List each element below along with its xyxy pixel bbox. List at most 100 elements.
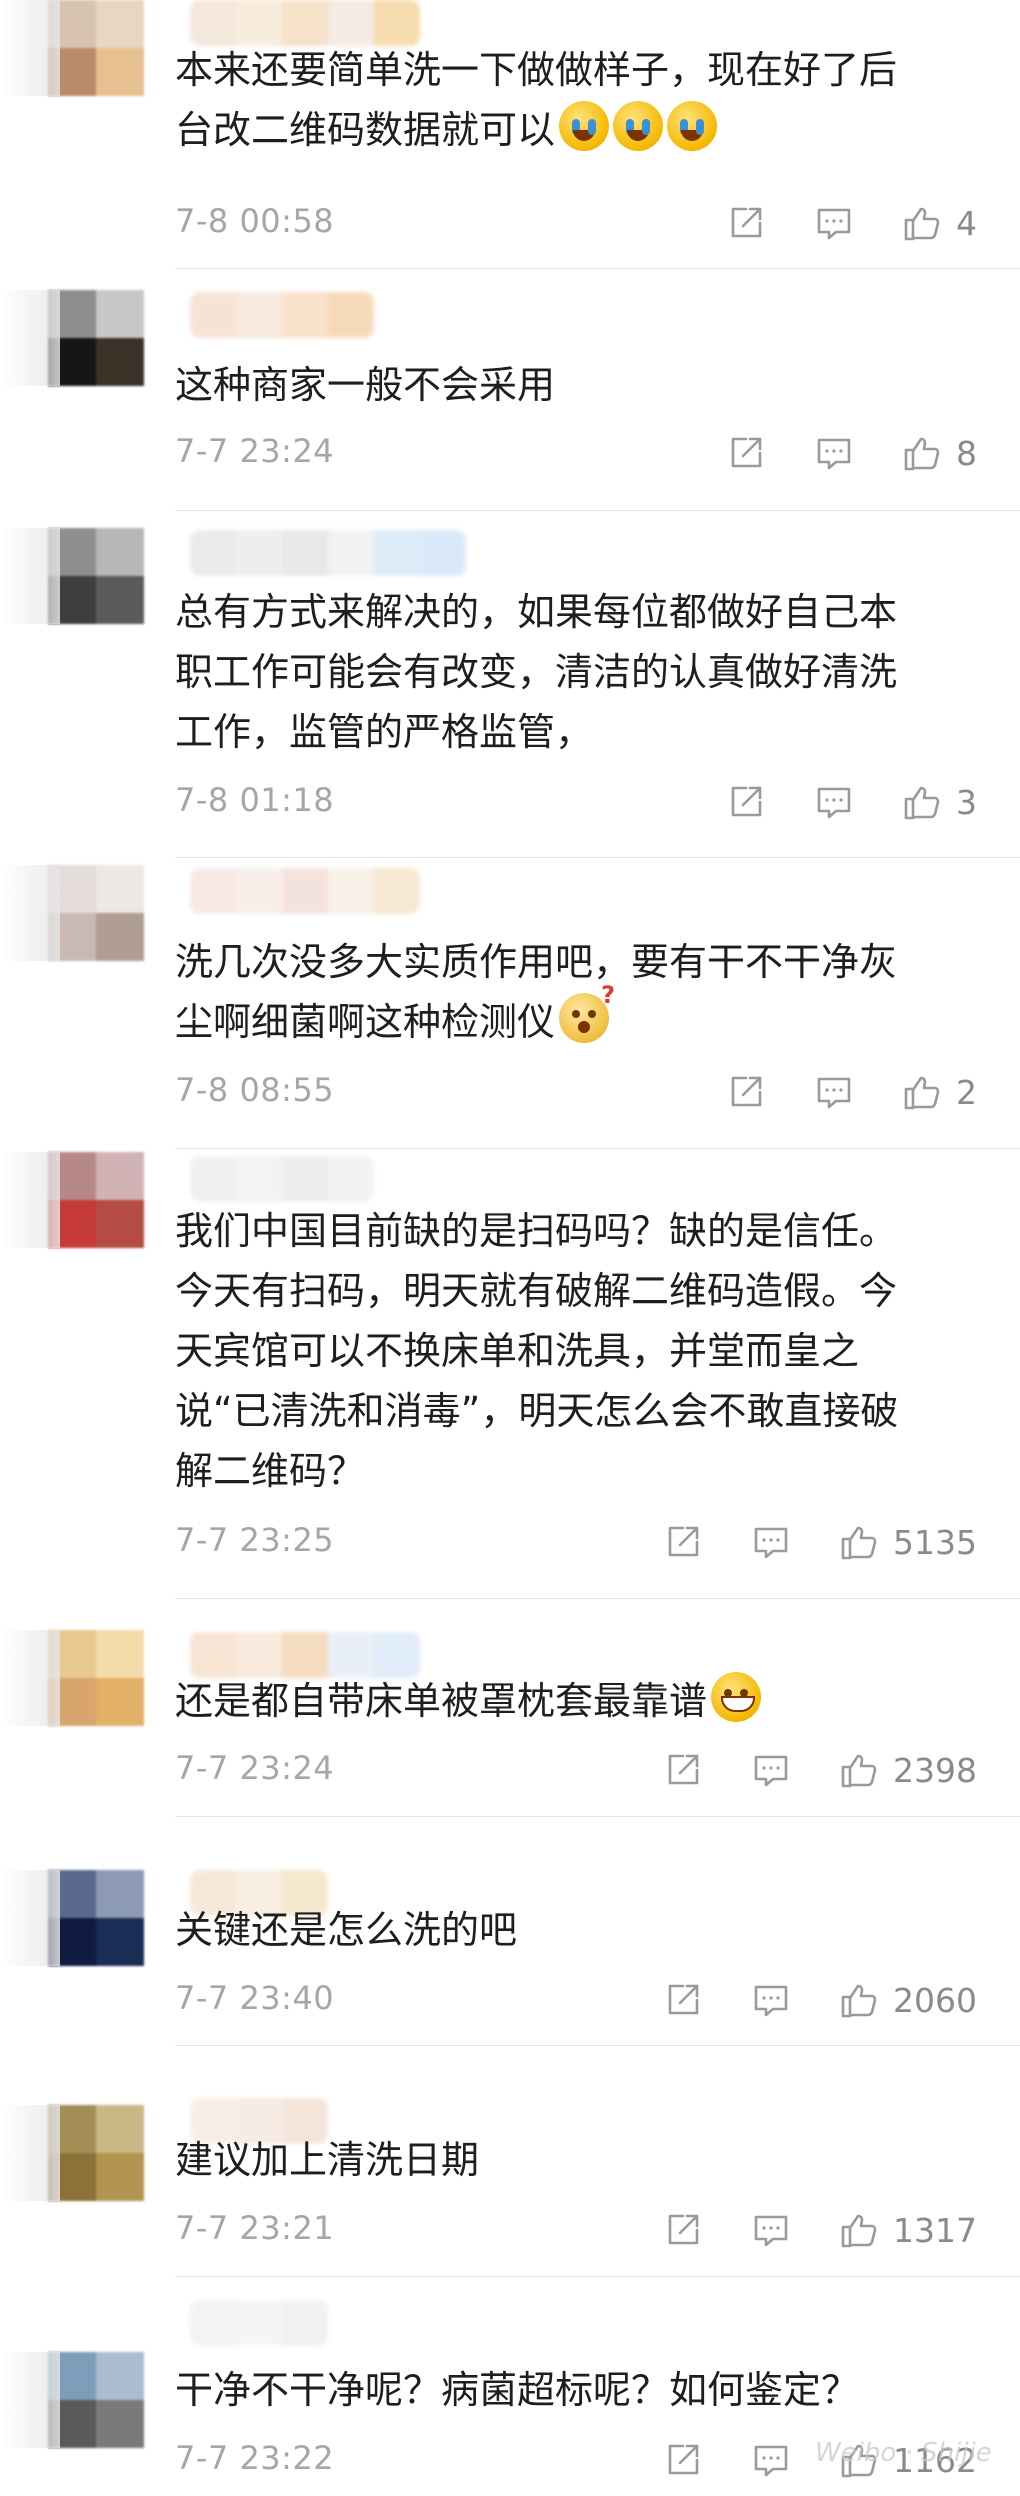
avatar-edge [0, 2105, 60, 2201]
watermark: Weibo · Shijie [815, 2438, 992, 2468]
like-count: 1317 [893, 2210, 977, 2250]
comment-meta: 7-7 23:40 2060 [175, 1975, 995, 2025]
share-icon[interactable] [726, 782, 766, 822]
comment-text-line: 我们中国目前缺的是扫码吗？缺的是信任。 [175, 1209, 898, 1253]
username-redacted[interactable] [190, 1156, 374, 1202]
comment-text-line: 洗几次没多大实质作用吧，要有干不干净灰 [175, 940, 898, 984]
reply-comment-icon[interactable] [814, 782, 854, 822]
share-icon[interactable] [663, 2210, 703, 2250]
comment-text-line: 台改二维码数据就可以 [175, 108, 556, 152]
like-count: 2398 [893, 1750, 977, 1790]
comment-actions: 5135 [615, 1517, 977, 1567]
comment-timestamp: 7-7 23:24 [175, 432, 335, 470]
comment-text-line: 这种商家一般不会采用 [175, 363, 556, 407]
reply-comment-icon[interactable] [751, 2210, 791, 2250]
thumbs-up-icon[interactable] [902, 782, 942, 822]
comment-meta: 7-8 08:55 2 [175, 1067, 995, 1117]
like-count: 8 [956, 433, 977, 473]
avatar[interactable] [48, 528, 144, 624]
reply-comment-icon[interactable] [751, 1522, 791, 1562]
like-button[interactable]: 1317 [839, 2210, 977, 2250]
reply-comment-icon[interactable] [814, 203, 854, 243]
like-button[interactable]: 4 [902, 203, 977, 243]
like-count: 2060 [893, 1980, 977, 2020]
comment-actions: 3 [678, 777, 977, 827]
comment-timestamp: 7-7 23:24 [175, 1749, 335, 1787]
comment-text: 洗几次没多大实质作用吧，要有干不干净灰 尘啊细菌啊这种检测仪? [175, 932, 975, 1052]
username-redacted[interactable] [190, 292, 374, 338]
avatar[interactable] [48, 1152, 144, 1248]
like-count: 2 [956, 1072, 977, 1112]
comment-meta: 7-8 00:58 4 [175, 198, 995, 248]
comment-text-line: 工作，监管的严格监管， [175, 710, 594, 754]
username-redacted[interactable] [190, 868, 420, 914]
thumbs-up-icon[interactable] [902, 203, 942, 243]
comment-text-line: 解二维码？ [175, 1449, 366, 1493]
like-count: 4 [956, 203, 977, 243]
reply-comment-icon[interactable] [751, 1750, 791, 1790]
share-icon[interactable] [726, 433, 766, 473]
like-button[interactable]: 5135 [839, 1522, 977, 1562]
share-icon[interactable] [663, 1522, 703, 1562]
comment-actions: 8 [678, 428, 977, 478]
comment-timestamp: 7-7 23:25 [175, 1521, 335, 1559]
avatar-edge [0, 290, 60, 386]
avatar[interactable] [48, 0, 144, 96]
avatar[interactable] [48, 865, 144, 961]
share-icon[interactable] [726, 203, 766, 243]
reply-comment-icon[interactable] [814, 433, 854, 473]
thumbs-up-icon[interactable] [902, 433, 942, 473]
like-count: 5135 [893, 1522, 977, 1562]
cry-emoji-icon [613, 101, 664, 151]
thumbs-up-icon[interactable] [839, 1522, 879, 1562]
comment-text-line: 尘啊细菌啊这种检测仪 [175, 1000, 556, 1044]
share-icon[interactable] [726, 1072, 766, 1112]
like-button[interactable]: 2060 [839, 1980, 977, 2020]
comment-text-line: 建议加上清洗日期 [175, 2138, 480, 2182]
comment-divider [175, 857, 1020, 858]
avatar-edge [0, 865, 60, 961]
reply-comment-icon[interactable] [751, 1980, 791, 2020]
comment-text-line: 本来还要简单洗一下做做样子，现在好了后 [175, 48, 898, 92]
avatar[interactable] [48, 2352, 144, 2448]
avatar[interactable] [48, 2105, 144, 2201]
comment-text: 本来还要简单洗一下做做样子，现在好了后 台改二维码数据就可以 [175, 40, 975, 160]
username-redacted[interactable] [190, 530, 466, 576]
comment-timestamp: 7-8 00:58 [175, 202, 335, 240]
username-redacted[interactable] [190, 2300, 328, 2346]
like-button[interactable]: 2 [902, 1072, 977, 1112]
comment-meta: 7-7 23:25 5135 [175, 1517, 995, 1567]
comment-text-line: 关键还是怎么洗的吧 [175, 1908, 518, 1952]
comment-timestamp: 7-8 01:18 [175, 781, 335, 819]
share-icon[interactable] [663, 2440, 703, 2480]
comment-text: 干净不干净呢？病菌超标呢？如何鉴定？ [175, 2360, 975, 2420]
share-icon[interactable] [663, 1980, 703, 2020]
like-button[interactable]: 3 [902, 782, 977, 822]
avatar-edge [0, 528, 60, 624]
reply-comment-icon[interactable] [751, 2440, 791, 2480]
avatar-edge [0, 1630, 60, 1726]
like-button[interactable]: 8 [902, 433, 977, 473]
thumbs-up-icon[interactable] [839, 1750, 879, 1790]
comment-timestamp: 7-7 23:21 [175, 2209, 335, 2247]
share-icon[interactable] [663, 1750, 703, 1790]
cry-emoji-icon [667, 101, 718, 151]
comment-actions: 2060 [615, 1975, 977, 2025]
avatar[interactable] [48, 1870, 144, 1966]
comment-meta: 7-8 01:18 3 [175, 777, 995, 827]
avatar-edge [0, 1152, 60, 1248]
avatar[interactable] [48, 1630, 144, 1726]
avatar-edge [0, 0, 60, 96]
cry-emoji-icon [559, 101, 610, 151]
comment-text-line: 职工作可能会有改变，清洁的认真做好清洗 [175, 650, 898, 694]
avatar-edge [0, 1870, 60, 1966]
thumbs-up-icon[interactable] [839, 2210, 879, 2250]
comment-text: 我们中国目前缺的是扫码吗？缺的是信任。 今天有扫码，明天就有破解二维码造假。今 天宾… [175, 1201, 975, 1501]
comment-text: 还是都自带床单被罩枕套最靠谱 [175, 1671, 975, 1731]
thumbs-up-icon[interactable] [839, 1980, 879, 2020]
like-button[interactable]: 2398 [839, 1750, 977, 1790]
thumbs-up-icon[interactable] [902, 1072, 942, 1112]
comment-text-line: 说“已清洗和消毒”，明天怎么会不敢直接破 [175, 1389, 899, 1433]
avatar[interactable] [48, 290, 144, 386]
reply-comment-icon[interactable] [814, 1072, 854, 1112]
